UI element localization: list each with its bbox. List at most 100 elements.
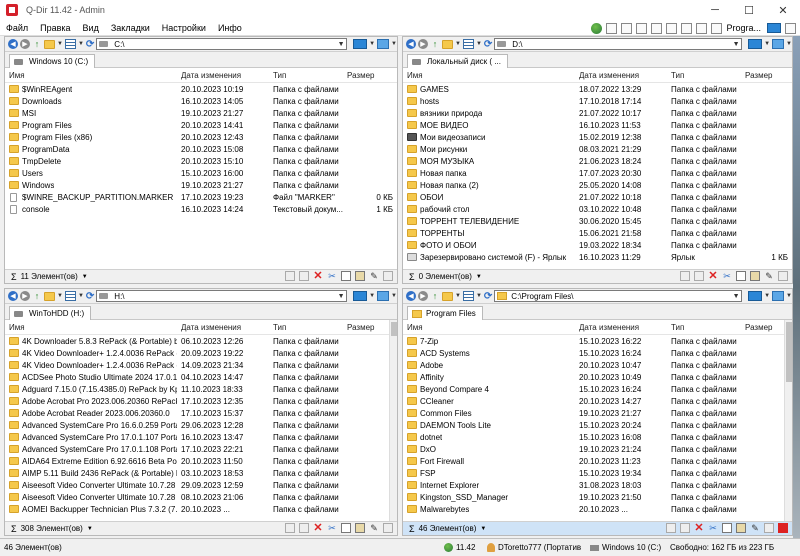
file-row[interactable]: CCleaner 20.10.2023 14:27 Папка с файлам… [403,395,792,407]
column-date[interactable]: Дата изменения [575,323,667,332]
file-row[interactable]: Advanced SystemCare Pro 16.6.0.259 Porta… [5,419,397,431]
monitor-icon[interactable] [748,291,763,301]
menu-bookmarks[interactable]: Закладки [105,23,156,33]
file-row[interactable]: Windows 19.10.2023 21:27 Папка с файлами [5,179,397,191]
mail-icon[interactable] [666,523,676,533]
address-bar[interactable]: C:\Program Files\ ▼ [494,290,743,302]
file-row[interactable]: ACD Systems 15.10.2023 16:24 Папка с фай… [403,347,792,359]
column-type[interactable]: Тип [667,323,741,332]
file-row[interactable]: ТОРРЕНТЫ 15.06.2021 21:58 Папка с файлам… [403,227,792,239]
copy-icon[interactable] [341,271,351,281]
scrollbar-thumb[interactable] [391,322,397,336]
properties-icon[interactable] [383,271,393,281]
refresh-icon[interactable]: ⟳ [86,291,94,302]
chevron-down-icon[interactable]: ▼ [78,41,84,47]
close-pane-icon[interactable] [778,523,788,533]
chevron-down-icon[interactable]: ▼ [369,293,375,299]
file-row[interactable]: Зарезервировано системой (F) - Ярлык 16.… [403,251,792,263]
file-row[interactable]: TmpDelete 20.10.2023 15:10 Папка с файла… [5,155,397,167]
scrollbar-thumb[interactable] [786,322,792,382]
file-row[interactable]: Program Files 20.10.2023 14:41 Папка с ф… [5,119,397,131]
chevron-down-icon[interactable]: ▼ [476,293,482,299]
back-icon[interactable]: ◀ [8,291,18,301]
globe-icon[interactable] [591,22,603,34]
chevron-down-icon[interactable]: ▼ [455,41,461,47]
file-row[interactable]: Adobe 20.10.2023 10:47 Папка с файлами [403,359,792,371]
chevron-down-icon[interactable]: ▼ [731,293,741,300]
monitor-icon[interactable] [748,39,763,49]
delete-icon[interactable]: ✕ [313,523,323,534]
chevron-down-icon[interactable]: ▼ [391,41,397,47]
layout-3-icon[interactable] [636,22,648,34]
pane-tab[interactable]: Локальный диск ( ... [407,54,508,68]
file-row[interactable]: ОБОИ 21.07.2022 10:18 Папка с файлами [403,191,792,203]
address-bar[interactable]: C:\ ▼ [96,38,348,50]
forward-icon[interactable]: ▶ [418,291,428,301]
forward-icon[interactable]: ▶ [20,291,30,301]
column-date[interactable]: Дата изменения [177,71,269,80]
chevron-down-icon[interactable]: ▼ [82,274,88,280]
layout-1-icon[interactable] [606,22,618,34]
view-mode-icon[interactable] [64,39,76,49]
close-button[interactable]: ✕ [766,0,800,20]
file-row[interactable]: AIDA64 Extreme Edition 6.92.6616 Beta Po… [5,455,397,467]
vertical-scrollbar[interactable] [389,320,397,521]
column-date[interactable]: Дата изменения [575,71,667,80]
copy-icon[interactable] [736,271,746,281]
file-row[interactable]: 4K Downloader 5.8.3 RePack (& Portable) … [5,335,397,347]
column-name[interactable]: Имя [5,323,177,332]
forward-icon[interactable]: ▶ [418,39,428,49]
chevron-down-icon[interactable]: ▼ [391,293,397,299]
file-row[interactable]: 4K Video Downloader+ 1.2.4.0036 RePack (… [5,347,397,359]
chevron-down-icon[interactable]: ▼ [480,526,486,532]
display-icon[interactable] [377,291,390,301]
back-icon[interactable]: ◀ [406,39,416,49]
chevron-down-icon[interactable]: ▼ [731,41,741,48]
file-row[interactable]: FSP 15.10.2023 19:34 Папка с файлами [403,467,792,479]
file-row[interactable]: Internet Explorer 31.08.2023 18:03 Папка… [403,479,792,491]
mail-icon[interactable] [285,523,295,533]
cut-icon[interactable]: ✂ [722,271,732,281]
file-row[interactable]: Program Files (x86) 20.10.2023 12:43 Пап… [5,131,397,143]
file-row[interactable]: Мои видеозаписи 15.02.2019 12:38 Папка с… [403,131,792,143]
rename-icon[interactable]: ✎ [750,523,760,533]
back-icon[interactable]: ◀ [406,291,416,301]
minimize-button[interactable]: ─ [698,0,732,20]
file-row[interactable]: Fort Firewall 20.10.2023 11:23 Папка с ф… [403,455,792,467]
image-icon[interactable] [299,271,309,281]
mail-icon[interactable] [285,271,295,281]
file-row[interactable]: ProgramData 20.10.2023 15:08 Папка с фай… [5,143,397,155]
file-row[interactable]: DxO 19.10.2023 21:24 Папка с файлами [403,443,792,455]
cut-icon[interactable]: ✂ [327,271,337,281]
cut-icon[interactable]: ✂ [708,523,718,533]
file-row[interactable]: GAMES 18.07.2022 13:29 Папка с файлами [403,83,792,95]
copy-icon[interactable] [341,523,351,533]
file-row[interactable]: вязники природа 21.07.2022 10:17 Папка с… [403,107,792,119]
column-name[interactable]: Имя [403,323,575,332]
file-row[interactable]: AIMP 5.11 Build 2436 RePack (& Portable)… [5,467,397,479]
monitor-icon[interactable] [767,23,781,33]
file-row[interactable]: hosts 17.10.2018 17:14 Папка с файлами [403,95,792,107]
delete-icon[interactable]: ✕ [313,271,323,282]
view-mode-icon[interactable] [462,291,474,301]
menu-edit[interactable]: Правка [34,23,76,33]
chevron-down-icon[interactable]: ▼ [57,41,63,47]
monitor-icon[interactable] [353,291,368,301]
file-row[interactable]: Мои рисунки 08.03.2021 21:29 Папка с фай… [403,143,792,155]
layout-4-icon[interactable] [651,22,663,34]
display-icon[interactable] [772,291,785,301]
file-row[interactable]: МОЕ ВИДЕО 16.10.2023 11:53 Папка с файла… [403,119,792,131]
layout-6-icon[interactable] [681,22,693,34]
pane-tab[interactable]: Program Files [407,306,483,320]
file-row[interactable]: Adobe Acrobat Reader 2023.006.20360.0 17… [5,407,397,419]
back-icon[interactable]: ◀ [8,39,18,49]
address-bar[interactable]: H:\ ▼ [96,290,348,302]
file-row[interactable]: AOMEI Backupper Technician Plus 7.3.2 (7… [5,503,397,515]
file-row[interactable]: $WINRE_BACKUP_PARTITION.MARKER 17.10.202… [5,191,397,203]
file-row[interactable]: Новая папка 17.07.2023 20:30 Папка с фай… [403,167,792,179]
paste-icon[interactable] [355,523,365,533]
menu-file[interactable]: Файл [0,23,34,33]
view-mode-icon[interactable] [462,39,474,49]
file-row[interactable]: Adguard 7.15.0 (7.15.4385.0) RePack by K… [5,383,397,395]
file-row[interactable]: ТОРРЕНТ ТЕЛЕВИДЕНИЕ 30.06.2020 15:45 Пап… [403,215,792,227]
